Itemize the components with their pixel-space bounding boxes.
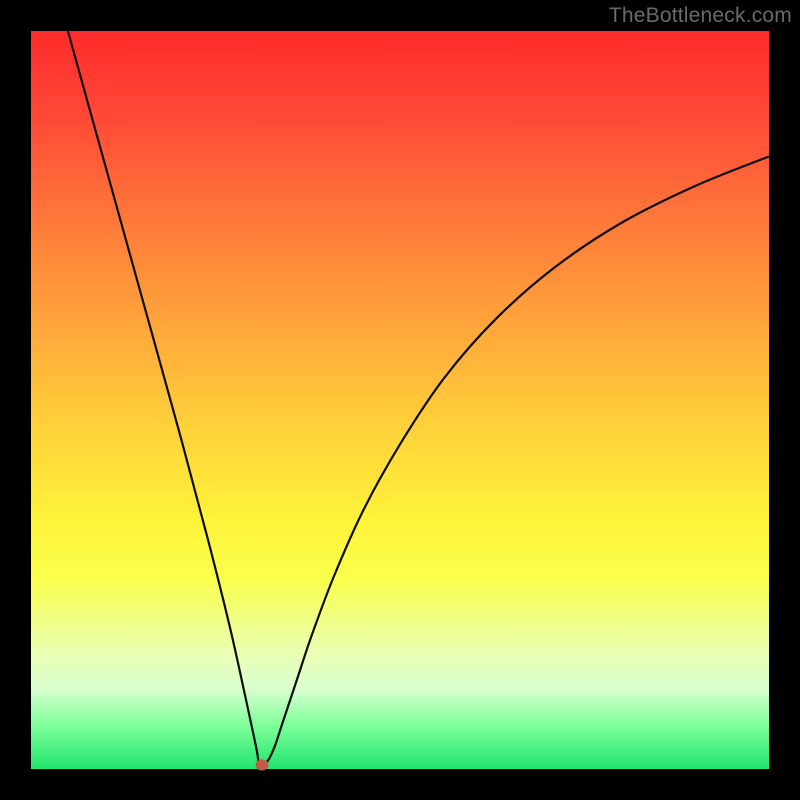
watermark-text: TheBottleneck.com [609, 4, 792, 28]
optimal-point-marker [255, 759, 268, 770]
bottleneck-curve [31, 31, 769, 769]
chart-frame: TheBottleneck.com [0, 0, 800, 800]
plot-area [31, 31, 769, 769]
